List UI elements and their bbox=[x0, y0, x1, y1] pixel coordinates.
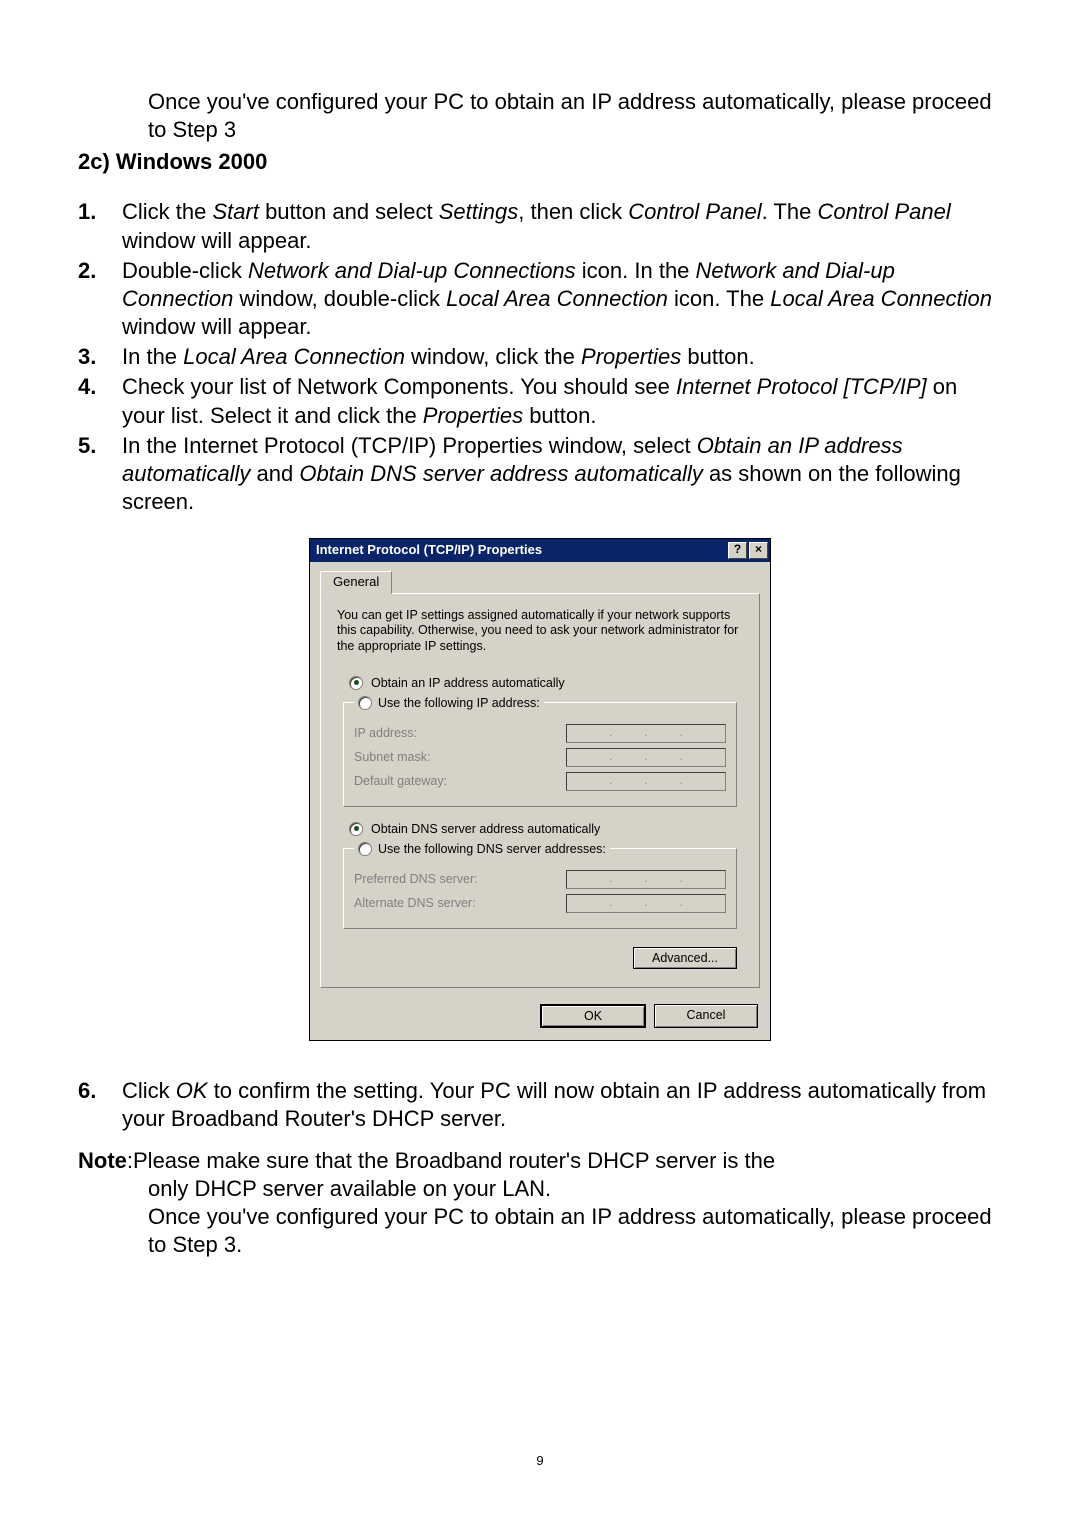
intro-paragraph: Once you've configured your PC to obtain… bbox=[148, 88, 1002, 144]
page-number: 9 bbox=[0, 1453, 1080, 1470]
ip-input-disabled: ... bbox=[566, 894, 726, 913]
close-button[interactable]: × bbox=[749, 542, 768, 559]
step-text: Double-click Network and Dial-up Connect… bbox=[122, 257, 1002, 341]
step-item: 6. Click OK to confirm the setting. Your… bbox=[78, 1077, 1002, 1133]
dialog-titlebar: Internet Protocol (TCP/IP) Properties ? … bbox=[310, 539, 770, 562]
note-line2: only DHCP server available on your LAN. bbox=[148, 1175, 1002, 1203]
ip-input-disabled: ... bbox=[566, 748, 726, 767]
tab-general[interactable]: General bbox=[320, 571, 392, 594]
step-number: 6. bbox=[78, 1077, 122, 1133]
step-text: In the Internet Protocol (TCP/IP) Proper… bbox=[122, 432, 1002, 516]
tcpip-properties-dialog: Internet Protocol (TCP/IP) Properties ? … bbox=[309, 538, 771, 1041]
note-line3: Once you've configured your PC to obtain… bbox=[148, 1203, 1002, 1259]
ip-input-disabled: ... bbox=[566, 870, 726, 889]
radio-ip-manual[interactable]: Use the following IP address: bbox=[354, 695, 544, 711]
radio-ip-auto[interactable]: Obtain an IP address automatically bbox=[349, 675, 743, 691]
step-text: In the Local Area Connection window, cli… bbox=[122, 343, 1002, 371]
radio-label: Obtain an IP address automatically bbox=[371, 675, 565, 691]
radio-icon bbox=[358, 696, 372, 710]
dialog-footer: OK Cancel bbox=[310, 998, 770, 1040]
radio-icon bbox=[349, 822, 363, 836]
field-label: Preferred DNS server: bbox=[354, 871, 478, 887]
steps-list: 1. Click the Start button and select Set… bbox=[78, 198, 1002, 516]
radio-dns-auto[interactable]: Obtain DNS server address automatically bbox=[349, 821, 743, 837]
advanced-row: Advanced... bbox=[337, 943, 743, 973]
field-label: Default gateway: bbox=[354, 773, 447, 789]
step-text: Click the Start button and select Settin… bbox=[122, 198, 1002, 254]
tab-panel: You can get IP settings assigned automat… bbox=[320, 593, 760, 988]
radio-label: Obtain DNS server address automatically bbox=[371, 821, 600, 837]
radio-label: Use the following IP address: bbox=[378, 695, 540, 711]
document-page: Once you've configured your PC to obtain… bbox=[0, 0, 1080, 1536]
dialog-description: You can get IP settings assigned automat… bbox=[337, 608, 743, 655]
step-item: 2. Double-click Network and Dial-up Conn… bbox=[78, 257, 1002, 341]
ip-input-disabled: ... bbox=[566, 772, 726, 791]
field-label: Subnet mask: bbox=[354, 749, 430, 765]
step-number: 3. bbox=[78, 343, 122, 371]
dialog-figure: Internet Protocol (TCP/IP) Properties ? … bbox=[78, 538, 1002, 1041]
step-number: 4. bbox=[78, 373, 122, 429]
ip-manual-group: Use the following IP address: IP address… bbox=[343, 695, 737, 807]
field-label: IP address: bbox=[354, 725, 417, 741]
field-alternate-dns: Alternate DNS server: ... bbox=[354, 894, 726, 913]
step-number: 5. bbox=[78, 432, 122, 516]
note-label: Note bbox=[78, 1148, 127, 1173]
step-item: 4. Check your list of Network Components… bbox=[78, 373, 1002, 429]
step-number: 2. bbox=[78, 257, 122, 341]
step-item: 5. In the Internet Protocol (TCP/IP) Pro… bbox=[78, 432, 1002, 516]
step-item: 1. Click the Start button and select Set… bbox=[78, 198, 1002, 254]
note-block: Note:Please make sure that the Broadband… bbox=[78, 1147, 1002, 1260]
note-line1: :Please make sure that the Broadband rou… bbox=[127, 1148, 775, 1173]
steps-list-continued: 6. Click OK to confirm the setting. Your… bbox=[78, 1077, 1002, 1133]
field-label: Alternate DNS server: bbox=[354, 895, 476, 911]
help-button[interactable]: ? bbox=[728, 542, 747, 559]
section-heading: 2c) Windows 2000 bbox=[78, 148, 1002, 176]
radio-icon bbox=[358, 842, 372, 856]
advanced-button[interactable]: Advanced... bbox=[633, 947, 737, 969]
cancel-button[interactable]: Cancel bbox=[654, 1004, 758, 1028]
dns-manual-group: Use the following DNS server addresses: … bbox=[343, 841, 737, 929]
tab-strip: General bbox=[310, 562, 770, 593]
step-text: Check your list of Network Components. Y… bbox=[122, 373, 1002, 429]
radio-label: Use the following DNS server addresses: bbox=[378, 841, 606, 857]
field-preferred-dns: Preferred DNS server: ... bbox=[354, 870, 726, 889]
field-ip-address: IP address: ... bbox=[354, 724, 726, 743]
ip-input-disabled: ... bbox=[566, 724, 726, 743]
field-subnet-mask: Subnet mask: ... bbox=[354, 748, 726, 767]
ok-button[interactable]: OK bbox=[540, 1004, 646, 1028]
radio-dns-manual[interactable]: Use the following DNS server addresses: bbox=[354, 841, 610, 857]
step-number: 1. bbox=[78, 198, 122, 254]
field-default-gateway: Default gateway: ... bbox=[354, 772, 726, 791]
dialog-title: Internet Protocol (TCP/IP) Properties bbox=[316, 542, 542, 559]
step-item: 3. In the Local Area Connection window, … bbox=[78, 343, 1002, 371]
radio-icon bbox=[349, 676, 363, 690]
step-text: Click OK to confirm the setting. Your PC… bbox=[122, 1077, 1002, 1133]
